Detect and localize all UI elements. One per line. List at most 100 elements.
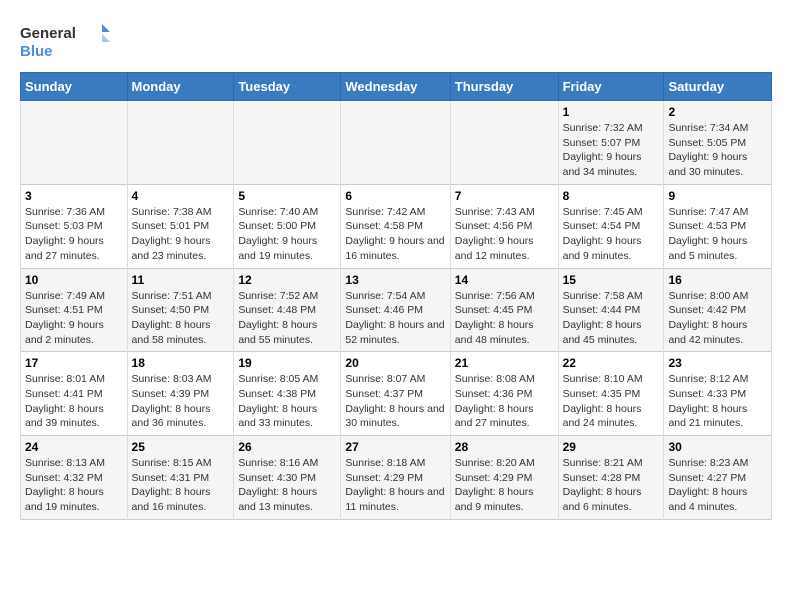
calendar-cell: 16 Sunrise: 8:00 AM Sunset: 4:42 PM Dayli… (664, 268, 772, 352)
day-info: Sunrise: 8:20 AM Sunset: 4:29 PM Dayligh… (455, 456, 554, 515)
calendar-cell: 15Sunrise: 7:58 AM Sunset: 4:44 PM Dayli… (558, 268, 664, 352)
calendar-cell: 23 Sunrise: 8:12 AM Sunset: 4:33 PM Dayli… (664, 352, 772, 436)
header-tuesday: Tuesday (234, 73, 341, 101)
header-wednesday: Wednesday (341, 73, 450, 101)
day-number: 27 (345, 440, 445, 454)
header-saturday: Saturday (664, 73, 772, 101)
day-number: 20 (345, 356, 445, 370)
day-info: Sunrise: 7:34 AM Sunset: 5:05 PM Dayligh… (668, 121, 767, 180)
calendar-cell: 27 Sunrise: 8:18 AM Sunset: 4:29 PM Dayli… (341, 436, 450, 520)
calendar-cell: 13Sunrise: 7:54 AM Sunset: 4:46 PM Dayli… (341, 268, 450, 352)
header-friday: Friday (558, 73, 664, 101)
day-number: 26 (238, 440, 336, 454)
calendar-cell: 22 Sunrise: 8:10 AM Sunset: 4:35 PM Dayli… (558, 352, 664, 436)
calendar-week-3: 10Sunrise: 7:49 AM Sunset: 4:51 PM Dayli… (21, 268, 772, 352)
day-info: Sunrise: 7:40 AM Sunset: 5:00 PM Dayligh… (238, 205, 336, 264)
calendar-cell: 4 Sunrise: 7:38 AM Sunset: 5:01 PM Daylig… (127, 184, 234, 268)
day-number: 3 (25, 189, 123, 203)
header-thursday: Thursday (450, 73, 558, 101)
day-number: 7 (455, 189, 554, 203)
calendar-cell: 6 Sunrise: 7:42 AM Sunset: 4:58 PM Daylig… (341, 184, 450, 268)
logo: General Blue (20, 20, 110, 62)
calendar-cell: 11 Sunrise: 7:51 AM Sunset: 4:50 PM Dayli… (127, 268, 234, 352)
day-number: 22 (563, 356, 660, 370)
day-number: 8 (563, 189, 660, 203)
day-info: Sunrise: 8:00 AM Sunset: 4:42 PM Dayligh… (668, 289, 767, 348)
header-monday: Monday (127, 73, 234, 101)
calendar-cell (450, 101, 558, 185)
day-info: Sunrise: 8:08 AM Sunset: 4:36 PM Dayligh… (455, 372, 554, 431)
calendar-cell: 10Sunrise: 7:49 AM Sunset: 4:51 PM Dayli… (21, 268, 128, 352)
calendar-cell (127, 101, 234, 185)
day-number: 28 (455, 440, 554, 454)
calendar-cell (21, 101, 128, 185)
day-number: 5 (238, 189, 336, 203)
header-sunday: Sunday (21, 73, 128, 101)
svg-text:General: General (20, 25, 76, 42)
calendar-cell: 19Sunrise: 8:05 AM Sunset: 4:38 PM Dayli… (234, 352, 341, 436)
calendar-cell: 18 Sunrise: 8:03 AM Sunset: 4:39 PM Dayli… (127, 352, 234, 436)
calendar-cell: 26 Sunrise: 8:16 AM Sunset: 4:30 PM Dayli… (234, 436, 341, 520)
day-number: 15 (563, 273, 660, 287)
day-number: 10 (25, 273, 123, 287)
day-number: 18 (132, 356, 230, 370)
day-info: Sunrise: 7:56 AM Sunset: 4:45 PM Dayligh… (455, 289, 554, 348)
calendar-table: SundayMondayTuesdayWednesdayThursdayFrid… (20, 72, 772, 520)
calendar-week-1: 1 Sunrise: 7:32 AM Sunset: 5:07 PM Daylig… (21, 101, 772, 185)
day-number: 21 (455, 356, 554, 370)
day-info: Sunrise: 8:13 AM Sunset: 4:32 PM Dayligh… (25, 456, 123, 515)
calendar-week-2: 3 Sunrise: 7:36 AM Sunset: 5:03 PM Daylig… (21, 184, 772, 268)
calendar-cell: 7 Sunrise: 7:43 AM Sunset: 4:56 PM Daylig… (450, 184, 558, 268)
calendar-cell: 17Sunrise: 8:01 AM Sunset: 4:41 PM Dayli… (21, 352, 128, 436)
day-info: Sunrise: 8:12 AM Sunset: 4:33 PM Dayligh… (668, 372, 767, 431)
day-info: Sunrise: 8:23 AM Sunset: 4:27 PM Dayligh… (668, 456, 767, 515)
calendar-cell: 28 Sunrise: 8:20 AM Sunset: 4:29 PM Dayli… (450, 436, 558, 520)
calendar-cell: 8 Sunrise: 7:45 AM Sunset: 4:54 PM Daylig… (558, 184, 664, 268)
day-number: 24 (25, 440, 123, 454)
calendar-cell: 20 Sunrise: 8:07 AM Sunset: 4:37 PM Dayli… (341, 352, 450, 436)
day-info: Sunrise: 7:45 AM Sunset: 4:54 PM Dayligh… (563, 205, 660, 264)
calendar-cell: 1 Sunrise: 7:32 AM Sunset: 5:07 PM Daylig… (558, 101, 664, 185)
day-info: Sunrise: 8:10 AM Sunset: 4:35 PM Dayligh… (563, 372, 660, 431)
day-info: Sunrise: 7:32 AM Sunset: 5:07 PM Dayligh… (563, 121, 660, 180)
day-number: 17 (25, 356, 123, 370)
day-info: Sunrise: 7:36 AM Sunset: 5:03 PM Dayligh… (25, 205, 123, 264)
day-info: Sunrise: 8:21 AM Sunset: 4:28 PM Dayligh… (563, 456, 660, 515)
day-info: Sunrise: 7:52 AM Sunset: 4:48 PM Dayligh… (238, 289, 336, 348)
logo-icon: General Blue (20, 20, 110, 62)
svg-text:Blue: Blue (20, 43, 53, 60)
day-info: Sunrise: 8:18 AM Sunset: 4:29 PM Dayligh… (345, 456, 445, 515)
day-number: 30 (668, 440, 767, 454)
calendar-cell: 25 Sunrise: 8:15 AM Sunset: 4:31 PM Dayli… (127, 436, 234, 520)
day-number: 1 (563, 105, 660, 119)
day-info: Sunrise: 7:51 AM Sunset: 4:50 PM Dayligh… (132, 289, 230, 348)
day-number: 29 (563, 440, 660, 454)
day-number: 19 (238, 356, 336, 370)
day-info: Sunrise: 8:16 AM Sunset: 4:30 PM Dayligh… (238, 456, 336, 515)
day-number: 14 (455, 273, 554, 287)
day-number: 13 (345, 273, 445, 287)
calendar-cell: 5 Sunrise: 7:40 AM Sunset: 5:00 PM Daylig… (234, 184, 341, 268)
day-info: Sunrise: 7:38 AM Sunset: 5:01 PM Dayligh… (132, 205, 230, 264)
calendar-week-4: 17Sunrise: 8:01 AM Sunset: 4:41 PM Dayli… (21, 352, 772, 436)
day-info: Sunrise: 8:07 AM Sunset: 4:37 PM Dayligh… (345, 372, 445, 431)
calendar-cell: 21 Sunrise: 8:08 AM Sunset: 4:36 PM Dayli… (450, 352, 558, 436)
day-number: 2 (668, 105, 767, 119)
day-number: 11 (132, 273, 230, 287)
day-number: 25 (132, 440, 230, 454)
calendar-cell: 14 Sunrise: 7:56 AM Sunset: 4:45 PM Dayli… (450, 268, 558, 352)
day-number: 6 (345, 189, 445, 203)
day-info: Sunrise: 7:43 AM Sunset: 4:56 PM Dayligh… (455, 205, 554, 264)
calendar-header-row: SundayMondayTuesdayWednesdayThursdayFrid… (21, 73, 772, 101)
calendar-week-5: 24 Sunrise: 8:13 AM Sunset: 4:32 PM Dayli… (21, 436, 772, 520)
calendar-cell (341, 101, 450, 185)
day-number: 4 (132, 189, 230, 203)
day-number: 23 (668, 356, 767, 370)
calendar-cell: 24 Sunrise: 8:13 AM Sunset: 4:32 PM Dayli… (21, 436, 128, 520)
day-info: Sunrise: 8:15 AM Sunset: 4:31 PM Dayligh… (132, 456, 230, 515)
page-header: General Blue (20, 20, 772, 62)
day-info: Sunrise: 8:03 AM Sunset: 4:39 PM Dayligh… (132, 372, 230, 431)
day-info: Sunrise: 7:42 AM Sunset: 4:58 PM Dayligh… (345, 205, 445, 264)
calendar-cell (234, 101, 341, 185)
day-number: 16 (668, 273, 767, 287)
